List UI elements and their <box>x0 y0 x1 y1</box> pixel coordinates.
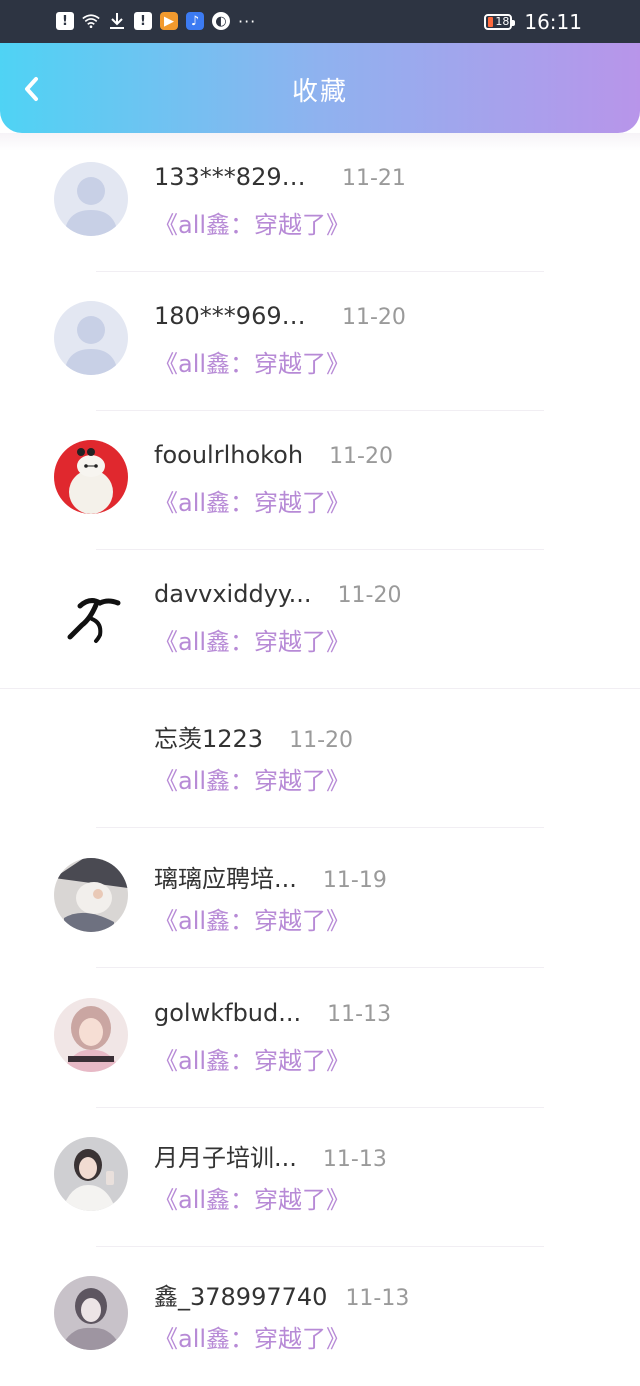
status-bar: ! ! ▶ ♪ ◐ ··· 18 16:11 <box>0 0 640 43</box>
status-right: 18 16:11 <box>484 9 582 35</box>
list-item[interactable]: davvxiddyy... 11-20 《all鑫：穿越了》 <box>0 550 640 689</box>
photo-avatar[interactable] <box>54 858 128 932</box>
user-name: 鑫_378997740 <box>154 1283 328 1311</box>
date: 11-13 <box>322 1147 387 1172</box>
date: 11-20 <box>342 305 406 330</box>
clock: 16:11 <box>524 10 582 34</box>
user-name: golwkfbud... <box>154 999 302 1027</box>
book-title[interactable]: 《all鑫：穿越了》 <box>154 344 350 379</box>
notification-icons: ! ! ▶ ♪ ◐ ··· <box>56 8 256 34</box>
wifi-icon <box>82 12 100 30</box>
list-item[interactable]: 鑫_378997740 11-13 《all鑫：穿越了》 <box>0 1247 640 1386</box>
page-title: 收藏 <box>291 77 348 107</box>
photo-avatar[interactable] <box>54 1276 128 1350</box>
video-app-icon: ▶ <box>160 12 178 30</box>
divider <box>96 827 544 828</box>
date: 11-13 <box>327 1002 392 1027</box>
book-title[interactable]: 《all鑫：穿越了》 <box>154 622 350 657</box>
white-robot-avatar[interactable] <box>54 440 128 514</box>
music-app-icon: ♪ <box>186 12 204 30</box>
battery-level: 18 <box>495 15 510 28</box>
book-title[interactable]: 《all鑫：穿越了》 <box>154 761 350 796</box>
photo-avatar[interactable] <box>54 998 128 1072</box>
list-item[interactable]: 180***969_... 11-20 《all鑫：穿越了》 <box>0 272 640 411</box>
divider <box>96 967 544 968</box>
user-name: fooulrlhokoh <box>154 441 304 469</box>
date: 11-21 <box>342 166 406 191</box>
alert-icon: ! <box>56 12 74 30</box>
date: 11-13 <box>345 1286 410 1311</box>
date: 11-20 <box>289 728 354 753</box>
favorites-list: 133***829_... 11-21 《all鑫：穿越了》 180***969… <box>0 133 640 1353</box>
blank-avatar[interactable] <box>54 718 128 792</box>
sim-alert-icon: ! <box>134 12 152 30</box>
book-title[interactable]: 《all鑫：穿越了》 <box>154 483 350 518</box>
header: 收藏 <box>0 43 640 133</box>
book-title[interactable]: 《all鑫：穿越了》 <box>154 205 350 240</box>
list-item[interactable]: 133***829_... 11-21 《all鑫：穿越了》 <box>0 133 640 272</box>
date: 11-20 <box>337 583 402 608</box>
date: 11-20 <box>329 444 393 469</box>
list-item[interactable]: golwkfbud... 11-13 《all鑫：穿越了》 <box>0 969 640 1108</box>
battery-icon: 18 <box>484 14 516 30</box>
book-title[interactable]: 《all鑫：穿越了》 <box>154 901 350 936</box>
book-title[interactable]: 《all鑫：穿越了》 <box>154 1041 350 1076</box>
photo-avatar[interactable] <box>54 1137 128 1211</box>
list-item[interactable]: 忘羡1223 11-20 《all鑫：穿越了》 <box>0 689 640 828</box>
book-title[interactable]: 《all鑫：穿越了》 <box>154 1319 350 1354</box>
user-name: 180***969_... <box>154 302 316 330</box>
book-title[interactable]: 《all鑫：穿越了》 <box>154 1180 350 1215</box>
browser-app-icon: ◐ <box>212 12 230 30</box>
date: 11-19 <box>322 868 387 893</box>
user-name: 133***829_... <box>154 163 316 191</box>
user-name: 月月子培训... <box>154 1144 297 1172</box>
user-name: davvxiddyy... <box>154 580 312 608</box>
user-name: 忘羡1223 <box>154 725 264 753</box>
default-avatar[interactable] <box>54 162 128 236</box>
download-icon <box>108 12 126 30</box>
runner-avatar[interactable] <box>54 579 128 653</box>
list-item[interactable]: 月月子培训... 11-13 《all鑫：穿越了》 <box>0 1108 640 1247</box>
user-name: 璃璃应聘培... <box>154 865 297 893</box>
list-item[interactable]: 璃璃应聘培... 11-19 《all鑫：穿越了》 <box>0 829 640 968</box>
more-notifications-icon: ··· <box>238 11 257 31</box>
default-avatar[interactable] <box>54 301 128 375</box>
list-item[interactable]: fooulrlhokoh 11-20 《all鑫：穿越了》 <box>0 411 640 550</box>
